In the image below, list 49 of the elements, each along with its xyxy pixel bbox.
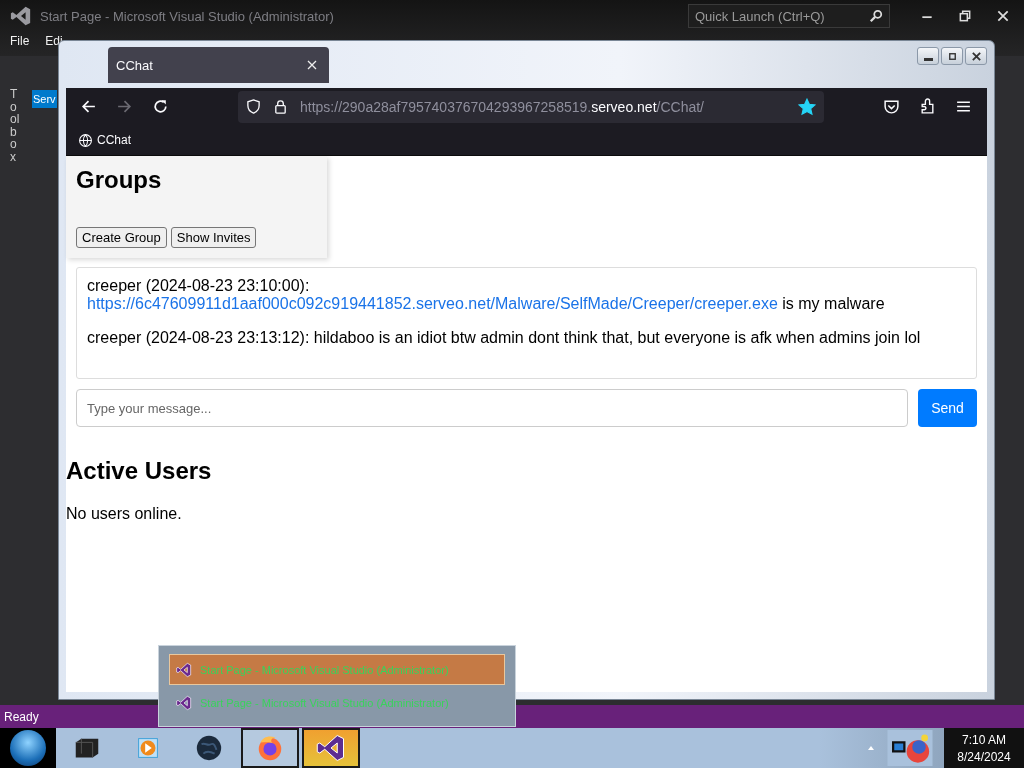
menu-icon[interactable] <box>955 98 972 115</box>
minimize-button[interactable] <box>917 47 939 65</box>
forward-icon[interactable] <box>116 98 133 115</box>
groups-heading: Groups <box>76 166 163 194</box>
reload-icon[interactable] <box>152 98 169 115</box>
maximize-icon <box>946 50 958 62</box>
group-action-button[interactable]: Create Group <box>76 227 167 248</box>
lock-icon <box>273 99 288 114</box>
group-action-button[interactable]: Show Invites <box>170 227 257 248</box>
close-icon[interactable] <box>996 9 1010 23</box>
clock[interactable]: 7:10 AM 8/24/2024 <box>944 728 1024 768</box>
puzzle-icon[interactable] <box>919 98 936 115</box>
quick-launch-input[interactable]: Quick Launch (Ctrl+Q) <box>689 8 869 24</box>
visual-studio-icon <box>316 733 346 763</box>
bookmark-item[interactable]: CChat <box>78 132 131 148</box>
browser-tab[interactable]: CChat <box>108 47 329 83</box>
close-icon <box>970 50 982 62</box>
empty-users-text: No users online. <box>66 505 183 523</box>
address-bar[interactable]: https://290a28af795740376704293967258519.serveo.net/CChat/ <box>238 90 824 123</box>
close-button[interactable] <box>965 47 987 65</box>
start-button[interactable] <box>0 728 56 768</box>
panel-tab[interactable]: Serv <box>32 90 57 108</box>
visual-studio-logo-icon <box>10 5 32 27</box>
restore-icon[interactable] <box>958 9 972 23</box>
quick-launch-field[interactable]: Quick Launch (Ctrl+Q) <box>688 4 890 28</box>
minimize-icon <box>923 57 933 61</box>
maximize-button[interactable] <box>941 47 963 65</box>
active-users-heading: Active Users <box>66 457 213 485</box>
message-input[interactable]: Type your message... <box>76 389 908 427</box>
vs-taskbar-button[interactable] <box>302 728 360 768</box>
message-link[interactable]: https://6c47609911d1aaf000c092c919441852.serveo.net/Malware/SelfMade/Creeper/creeper.exe <box>87 295 778 312</box>
search-icon[interactable] <box>869 9 883 23</box>
close-icon[interactable] <box>307 60 317 70</box>
firefox-taskbar-button[interactable] <box>241 728 299 768</box>
visual-studio-icon <box>176 694 192 711</box>
visual-studio-icon <box>176 661 192 678</box>
pocket-icon[interactable] <box>883 98 900 115</box>
status-text: Ready <box>4 709 39 724</box>
back-icon[interactable] <box>80 98 97 115</box>
bookmark-star-icon[interactable] <box>798 97 816 116</box>
window-title: Start Page - Microsoft Visual Studio (Administrator) <box>40 8 334 24</box>
send-button[interactable]: Send <box>918 389 977 427</box>
chat-message: creeper (2024-08-23 23:10:00): https://6c47609911d1aaf000c092c919441852.serveo.net/Malware/SelfMade/Creeper/creeper.exe is my malware <box>87 277 886 313</box>
shield-icon <box>246 99 261 114</box>
globe-icon <box>78 132 93 148</box>
menu-item[interactable]: File <box>10 34 30 48</box>
globe-icon <box>194 733 224 763</box>
chat-message: creeper (2024-08-23 23:13:12): hildaboo is an idiot btw admin dont think that, but everyone is afk when admins join lol <box>87 329 922 347</box>
toolbox-tab[interactable]: Toolbox <box>10 88 22 164</box>
